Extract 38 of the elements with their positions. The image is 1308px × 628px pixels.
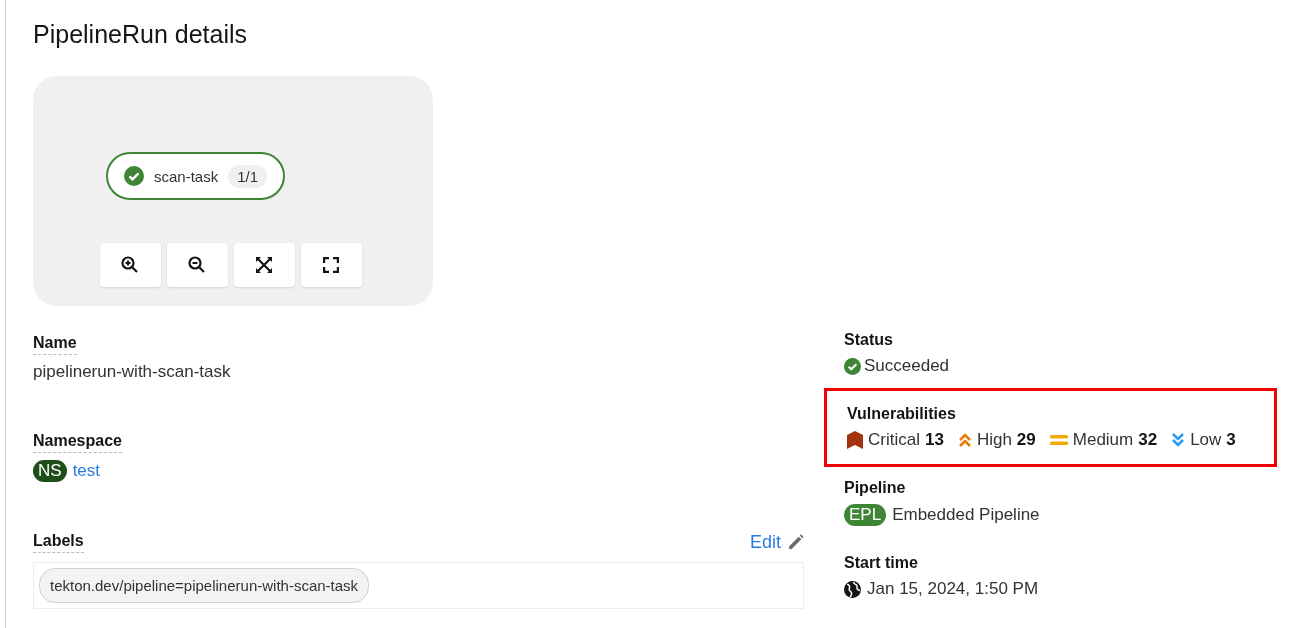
severity-count: 29 bbox=[1016, 430, 1036, 450]
expand-icon bbox=[323, 257, 339, 273]
task-count: 1/1 bbox=[228, 164, 268, 188]
globe-icon bbox=[844, 580, 861, 598]
pipeline-badge: EPL bbox=[844, 504, 887, 526]
fit-icon bbox=[255, 256, 273, 274]
field-label: Labels bbox=[33, 532, 84, 553]
task-node[interactable]: scan-task 1/1 bbox=[106, 152, 286, 200]
zoom-in-button[interactable] bbox=[99, 243, 161, 287]
field-label: Pipeline bbox=[844, 479, 906, 497]
field-label: Namespace bbox=[33, 432, 122, 453]
fit-button[interactable] bbox=[233, 243, 295, 287]
pipeline-name: Embedded Pipeline bbox=[892, 505, 1040, 525]
pencil-icon bbox=[787, 534, 804, 551]
severity-count: 32 bbox=[1138, 430, 1158, 450]
expand-button[interactable] bbox=[300, 243, 362, 287]
zoom-out-button[interactable] bbox=[166, 243, 228, 287]
namespace-link[interactable]: test bbox=[72, 461, 101, 481]
severity-name: Low bbox=[1190, 430, 1222, 450]
task-name: scan-task bbox=[154, 167, 219, 185]
zoom-in-icon bbox=[121, 256, 139, 274]
label-chip: tekton.dev/pipeline=pipelinerun-with-scan-task bbox=[39, 568, 370, 603]
zoom-out-icon bbox=[188, 256, 206, 274]
severity-count: 13 bbox=[924, 430, 944, 450]
status-text: Succeeded bbox=[864, 356, 950, 376]
namespace-badge: NS bbox=[33, 460, 67, 482]
severity-name: High bbox=[976, 430, 1012, 450]
start-time: Jan 15, 2024, 1:50 PM bbox=[867, 579, 1039, 599]
field-label: Vulnerabilities bbox=[847, 405, 956, 423]
severity-count: 3 bbox=[1226, 430, 1236, 450]
severity-name: Medium bbox=[1072, 430, 1134, 450]
severity-name: Critical bbox=[868, 430, 920, 450]
edit-link[interactable]: Edit bbox=[749, 532, 804, 553]
field-label: Name bbox=[33, 334, 77, 355]
field-label: Status bbox=[844, 331, 893, 349]
field-value: pipelinerun-with-scan-task bbox=[33, 362, 231, 382]
page-title: PipelineRun details bbox=[33, 20, 249, 49]
field-label: Start time bbox=[844, 554, 918, 572]
